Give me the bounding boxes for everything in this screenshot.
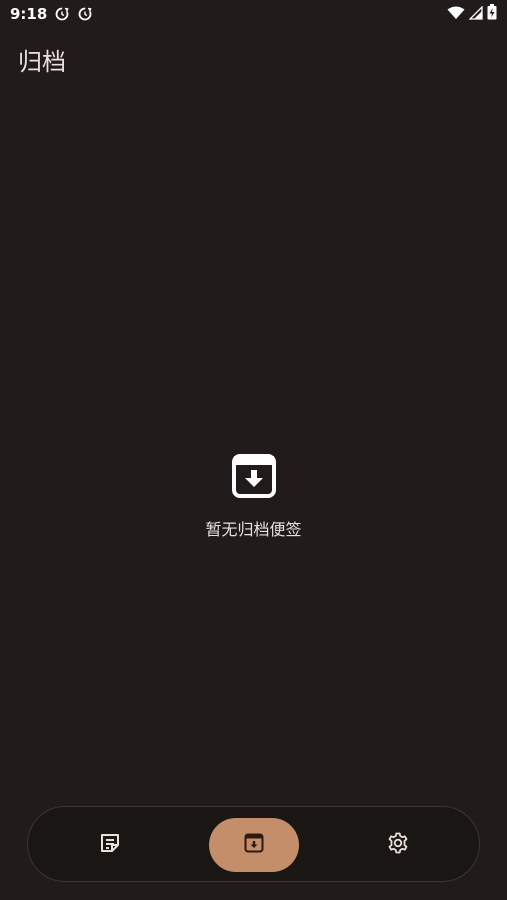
empty-state: 暂无归档便签 <box>0 452 507 540</box>
cellular-icon <box>468 4 483 24</box>
note-icon <box>98 831 122 859</box>
wifi-icon <box>447 5 465 24</box>
sync-icon <box>77 6 93 22</box>
screen: 9:18 归档 暂无归档便签 <box>0 0 507 900</box>
bottom-nav <box>27 806 480 882</box>
gear-icon <box>386 831 410 859</box>
status-time: 9:18 <box>10 5 48 23</box>
empty-state-message: 暂无归档便签 <box>205 520 302 539</box>
archive-box-icon <box>230 452 278 500</box>
archive-icon <box>242 831 266 859</box>
nav-item-notes[interactable] <box>65 818 155 872</box>
nav-item-settings[interactable] <box>353 818 443 872</box>
sync-icon <box>54 6 70 22</box>
status-left: 9:18 <box>10 5 93 23</box>
page-title: 归档 <box>18 48 66 76</box>
nav-item-archive[interactable] <box>209 818 299 872</box>
status-right <box>447 4 497 24</box>
status-bar: 9:18 <box>0 0 507 28</box>
battery-charging-icon <box>487 4 497 24</box>
